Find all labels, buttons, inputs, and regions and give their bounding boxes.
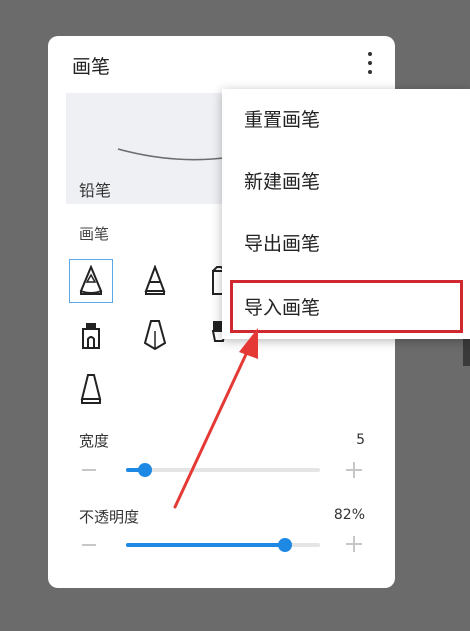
opacity-slider[interactable] (126, 538, 320, 552)
width-slider[interactable] (126, 463, 320, 477)
opacity-value: 82% (333, 507, 365, 523)
calligraphy-brush-icon[interactable] (133, 313, 177, 357)
opacity-increase-icon[interactable] (346, 536, 362, 552)
width-label: 宽度 (79, 432, 110, 450)
more-vertical-icon[interactable] (362, 52, 378, 78)
width-value: 5 (356, 432, 365, 448)
pen-brush-icon[interactable] (133, 259, 177, 303)
pencil-brush-icon[interactable] (69, 259, 113, 303)
width-slider-thumb[interactable] (138, 463, 153, 477)
menu-item-reset-brush[interactable]: 重置画笔 (222, 89, 470, 151)
width-increase-icon[interactable] (346, 462, 362, 478)
opacity-slider-thumb[interactable] (278, 538, 293, 552)
brushes-section-label: 画笔 (79, 225, 110, 243)
opacity-label: 不透明度 (79, 508, 140, 526)
opacity-slider-fill (126, 543, 286, 547)
brush-name-label: 铅笔 (79, 181, 112, 200)
import-highlight-box (230, 280, 463, 333)
panel-title: 画笔 (72, 56, 111, 78)
opacity-decrease-icon[interactable] (82, 544, 96, 546)
width-decrease-icon[interactable] (82, 469, 96, 471)
background-edge (463, 338, 470, 366)
menu-item-new-brush[interactable]: 新建画笔 (222, 151, 470, 213)
menu-item-export-brush[interactable]: 导出画笔 (222, 213, 470, 275)
airbrush-icon[interactable] (69, 313, 113, 357)
crayon-brush-icon[interactable] (69, 367, 113, 411)
